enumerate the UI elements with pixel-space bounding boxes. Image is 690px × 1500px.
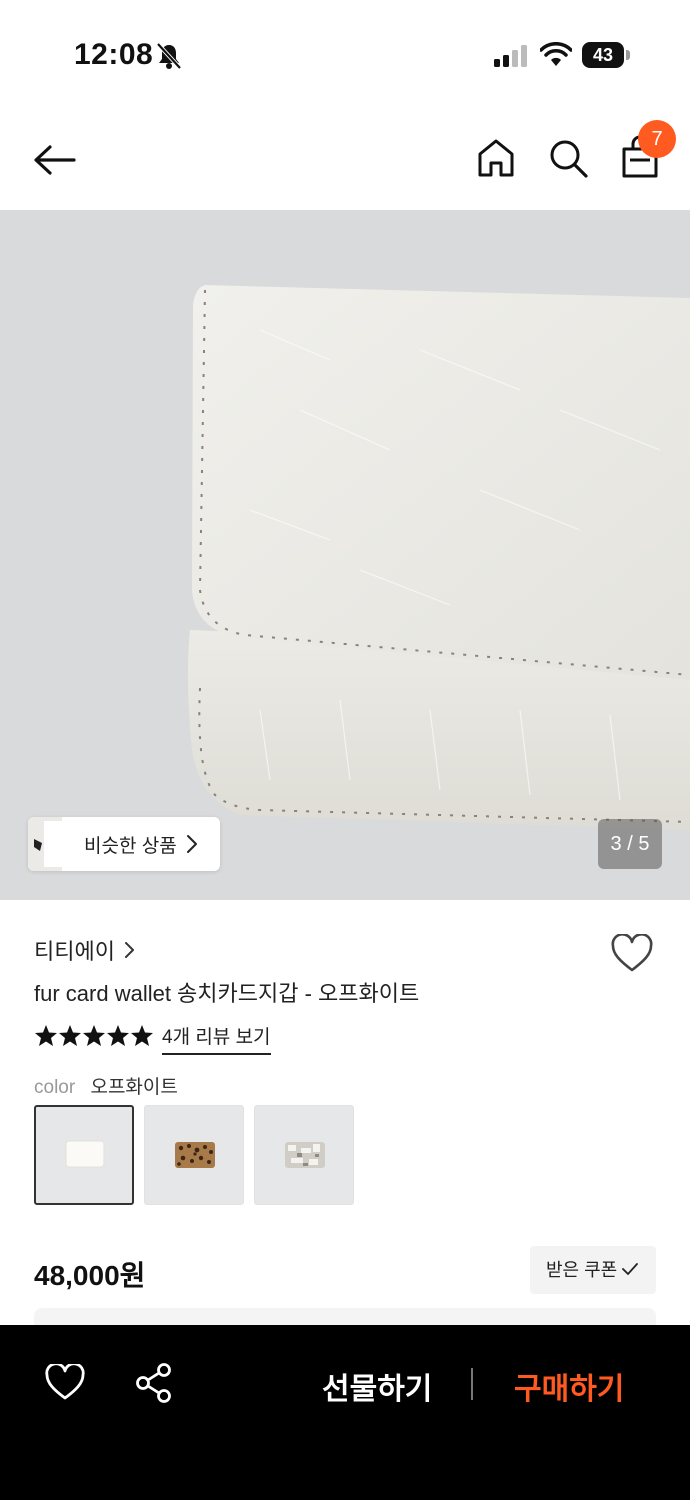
battery-tip — [626, 50, 630, 60]
brand-link[interactable]: 티티에이 — [34, 934, 115, 966]
cart-count-badge: 7 — [638, 120, 676, 158]
product-price: 48,000원 — [34, 1260, 146, 1291]
battery-level: 43 — [582, 42, 624, 68]
home-icon[interactable] — [474, 136, 518, 180]
swatch-offwhite-image — [65, 1140, 105, 1168]
cellular-signal-icon — [494, 45, 527, 67]
chevron-right-icon — [187, 835, 197, 853]
color-swatch-leopard[interactable] — [144, 1105, 244, 1205]
heart-icon[interactable] — [44, 1364, 86, 1402]
review-link[interactable]: 4개 리뷰 보기 — [162, 1022, 271, 1055]
search-icon[interactable] — [546, 136, 590, 180]
product-image-gallery[interactable] — [0, 210, 690, 900]
rating-row: 4개 리뷰 보기 — [34, 1022, 334, 1055]
option-row: color 오프화이트 — [34, 1072, 178, 1099]
bottom-bar-divider — [471, 1368, 473, 1400]
option-value: 오프화이트 — [90, 1077, 178, 1098]
swatch-silver-image — [285, 1142, 325, 1168]
chevron-right-icon — [125, 942, 134, 958]
product-title: fur card wallet 송치카드지갑 - 오프화이트 — [34, 981, 420, 1006]
checkmark-icon — [622, 1263, 638, 1275]
image-page-indicator: 3 / 5 — [598, 819, 662, 869]
bell-muted-icon — [156, 42, 182, 70]
battery-indicator: 43 — [582, 42, 630, 68]
color-swatch-silver[interactable] — [254, 1105, 354, 1205]
product-photo — [187, 285, 690, 830]
heart-icon[interactable] — [610, 934, 654, 974]
coupon-label: 받은 쿠폰 — [546, 1260, 618, 1280]
swatch-leopard-image — [175, 1142, 215, 1168]
top-nav-bar — [0, 110, 690, 210]
similar-products-label: 비슷한 상품 — [84, 836, 177, 857]
rating-stars-icon — [35, 1025, 153, 1046]
gift-button[interactable]: 선물하기 — [322, 1364, 432, 1408]
status-bar: 12:08 43 — [0, 0, 690, 110]
buy-button[interactable]: 구매하기 — [514, 1364, 624, 1408]
similar-product-thumbnail — [28, 817, 62, 871]
bottom-action-bar — [0, 1325, 690, 1500]
wifi-icon — [540, 42, 572, 66]
option-key: color — [34, 1077, 76, 1098]
share-icon[interactable] — [134, 1362, 174, 1404]
color-swatch-offwhite[interactable] — [34, 1105, 134, 1205]
status-time: 12:08 — [74, 38, 154, 71]
back-arrow-icon[interactable] — [30, 140, 80, 180]
